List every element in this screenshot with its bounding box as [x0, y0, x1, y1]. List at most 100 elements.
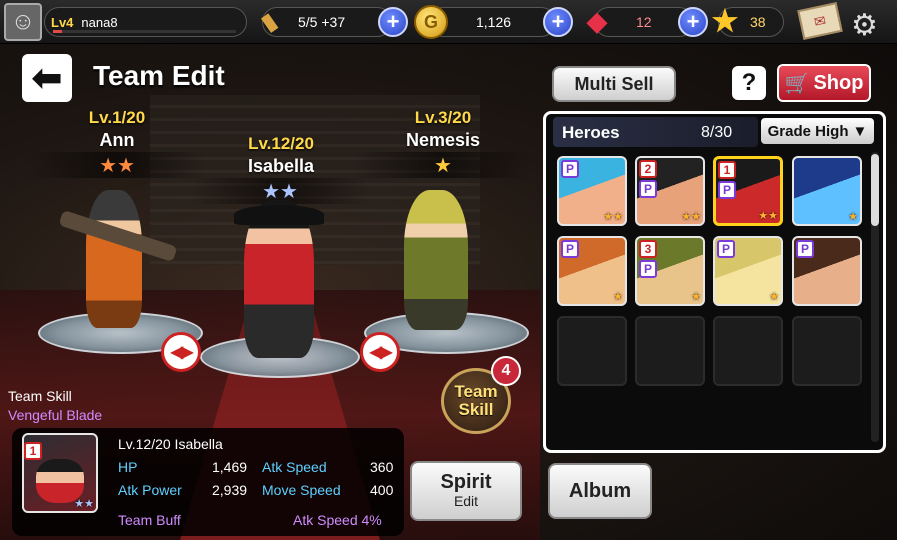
p-rank-badge: P: [639, 260, 657, 278]
add-gems-button[interactable]: +: [678, 7, 708, 37]
ruby-gem-icon: ◆: [587, 5, 607, 36]
add-stamina-button[interactable]: +: [378, 7, 408, 37]
mail-icon[interactable]: ✉: [797, 2, 843, 40]
back-button[interactable]: ⬅: [22, 54, 72, 102]
hero-name: Nemesis: [405, 130, 481, 150]
settings-gear-icon[interactable]: ⚙: [851, 8, 878, 43]
p-rank-badge: P: [639, 180, 657, 198]
team-slot-badge: 1: [718, 161, 736, 179]
p-rank-badge: P: [796, 240, 814, 258]
add-gold-button[interactable]: +: [543, 7, 573, 37]
swap-arrows-icon: ◀▶: [170, 344, 194, 361]
hp-label: HP: [118, 459, 138, 475]
heroes-count: 8/30: [701, 124, 733, 141]
avatar-icon: ☺: [10, 8, 36, 35]
empty-hero-slot[interactable]: [557, 316, 627, 386]
team-slot-badge: 3: [639, 240, 657, 258]
inventory-scrollbar-thumb[interactable]: [871, 154, 879, 226]
portrait-stars: ★★: [74, 498, 94, 510]
sort-dropdown[interactable]: Grade High ▼: [761, 118, 874, 144]
gem-value: 12: [636, 14, 652, 30]
player-level: Lv4: [51, 14, 74, 30]
atk-power-value: 2,939: [212, 482, 248, 498]
atk-speed-value: 360: [370, 459, 394, 475]
shop-label: Shop: [813, 71, 864, 94]
hero-info-title: Lv.12/20 Isabella: [118, 436, 223, 452]
xp-bar: [53, 30, 236, 33]
hero-level: Lv.12/20: [248, 134, 314, 153]
team-slot-badge: 2: [639, 160, 657, 178]
album-button[interactable]: Album: [548, 463, 652, 519]
hero-name: Isabella: [247, 156, 315, 176]
hero-card[interactable]: ★: [792, 156, 862, 226]
shopping-cart-icon: 🛒: [784, 72, 810, 95]
help-button[interactable]: ?: [732, 66, 766, 100]
xp-bar-fill: [53, 30, 63, 33]
hero-stars-nemesis: ★: [353, 152, 533, 178]
spirit-sub-label: Edit: [453, 493, 479, 509]
star-icons: ★★: [99, 154, 135, 177]
hp-value: 1,469: [212, 459, 248, 475]
card-stars: ★: [613, 291, 623, 303]
empty-hero-slot[interactable]: [713, 316, 783, 386]
spirit-label: Spirit: [440, 471, 492, 493]
multi-sell-button[interactable]: Multi Sell: [552, 66, 676, 102]
atk-power-label: Atk Power: [118, 482, 182, 498]
atk-speed-label: Atk Speed: [262, 459, 327, 475]
hero-card[interactable]: P ★: [713, 236, 783, 306]
swap-arrows-icon: ◀▶: [369, 344, 393, 361]
star-value: 38: [750, 14, 766, 30]
hero-card[interactable]: 3 P ★: [635, 236, 705, 306]
player-level-pill: Lv4 nana8: [44, 7, 247, 37]
avatar[interactable]: ☺: [4, 3, 42, 41]
portrait-slot-badge: 1: [24, 442, 42, 460]
sort-label: Grade High: [767, 122, 849, 140]
hero-stars-ann: ★★: [27, 152, 207, 178]
hero-name: Ann: [99, 130, 135, 150]
player-name: nana8: [81, 14, 118, 30]
hero-sprite-ann[interactable]: [86, 190, 142, 328]
top-bar: ☺ Lv4 nana8 ▮ 5/5 +37 + G 1,126 + ◆ 12 +…: [0, 0, 897, 44]
team-skill-line1: Team: [454, 382, 498, 401]
hero-level: Lv.3/20: [414, 108, 472, 127]
p-rank-badge: P: [718, 181, 736, 199]
stage-hero-ann-label: Lv.1/20 Ann: [42, 108, 192, 151]
card-stars: ★★: [758, 210, 778, 222]
swap-positions-button-right[interactable]: ◀▶: [360, 332, 400, 372]
back-arrow-icon: ⬅: [31, 57, 63, 98]
team-skill-name: Vengeful Blade: [8, 407, 103, 423]
stage-hero-nemesis-label: Lv.3/20 Nemesis: [368, 108, 518, 151]
swap-positions-button-left[interactable]: ◀▶: [161, 332, 201, 372]
hero-card[interactable]: 2 P ★★: [635, 156, 705, 226]
hero-card[interactable]: 1 P ★★: [713, 156, 783, 226]
p-rank-badge: P: [561, 240, 579, 258]
team-skill-count-badge: 4: [491, 356, 521, 386]
empty-hero-slot[interactable]: [635, 316, 705, 386]
card-stars: ★: [848, 211, 858, 223]
shop-button[interactable]: 🛒 Shop: [777, 64, 871, 102]
card-stars: ★★: [681, 211, 701, 223]
gold-coin-icon: G: [414, 5, 448, 39]
gold-value: 1,126: [476, 14, 512, 30]
hero-card[interactable]: P ★: [557, 236, 627, 306]
p-rank-badge: P: [561, 160, 579, 178]
stage-hero-isabella-label: Lv.12/20 Isabella: [206, 134, 356, 177]
empty-hero-slot[interactable]: [792, 316, 862, 386]
team-buff-label: Team Buff: [118, 512, 181, 528]
star-currency-icon: ★: [711, 4, 739, 38]
hero-sprite-nemesis[interactable]: [404, 190, 468, 330]
hero-hat-isabella: [234, 205, 324, 225]
team-skill-line2: Skill: [458, 400, 494, 419]
page-title: Team Edit: [93, 60, 225, 91]
card-stars: ★: [691, 291, 701, 303]
team-skill-label: Team Skill: [8, 388, 72, 404]
star-icons: ★: [434, 154, 452, 177]
hero-card[interactable]: P: [792, 236, 862, 306]
hero-card[interactable]: P ★★: [557, 156, 627, 226]
hero-level: Lv.1/20: [88, 108, 146, 127]
card-stars: ★: [769, 291, 779, 303]
spirit-edit-button[interactable]: Spirit Edit: [410, 461, 522, 521]
move-speed-label: Move Speed: [262, 482, 341, 498]
card-stars: ★★: [603, 211, 623, 223]
heroes-title: Heroes: [562, 123, 620, 142]
